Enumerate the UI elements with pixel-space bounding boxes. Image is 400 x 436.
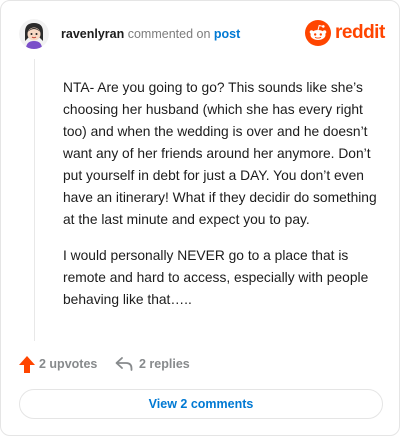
username-link[interactable]: ravenlyran — [61, 27, 124, 41]
upvote-count: 2 upvotes — [39, 357, 98, 371]
comment-embed-card: ravenlyran commented on post reddit NTA-… — [0, 0, 400, 436]
view-comments-button[interactable]: View 2 comments — [19, 389, 383, 419]
comment-actions: 2 upvotes 2 replies — [19, 355, 383, 375]
comment-header: ravenlyran commented on post reddit — [19, 19, 385, 51]
avatar-icon[interactable] — [19, 19, 49, 49]
reddit-wordmark: reddit — [335, 22, 385, 43]
comment-paragraph: I would personally NEVER go to a place t… — [63, 248, 369, 307]
comment-paragraph: NTA- Are you going to go? This sounds li… — [63, 80, 377, 227]
upvote-arrow-icon — [19, 356, 35, 373]
reddit-snoo-icon — [305, 20, 331, 46]
reply-arrow-icon — [115, 357, 133, 371]
post-link[interactable]: post — [214, 27, 240, 41]
reddit-logo[interactable]: reddit — [305, 20, 385, 48]
reply-count: 2 replies — [139, 357, 190, 371]
thread-line — [34, 59, 35, 341]
comment-meta: ravenlyran commented on post — [61, 27, 240, 42]
commented-on-text: commented on — [127, 27, 211, 41]
comment-body: NTA- Are you going to go? This sounds li… — [63, 77, 383, 325]
